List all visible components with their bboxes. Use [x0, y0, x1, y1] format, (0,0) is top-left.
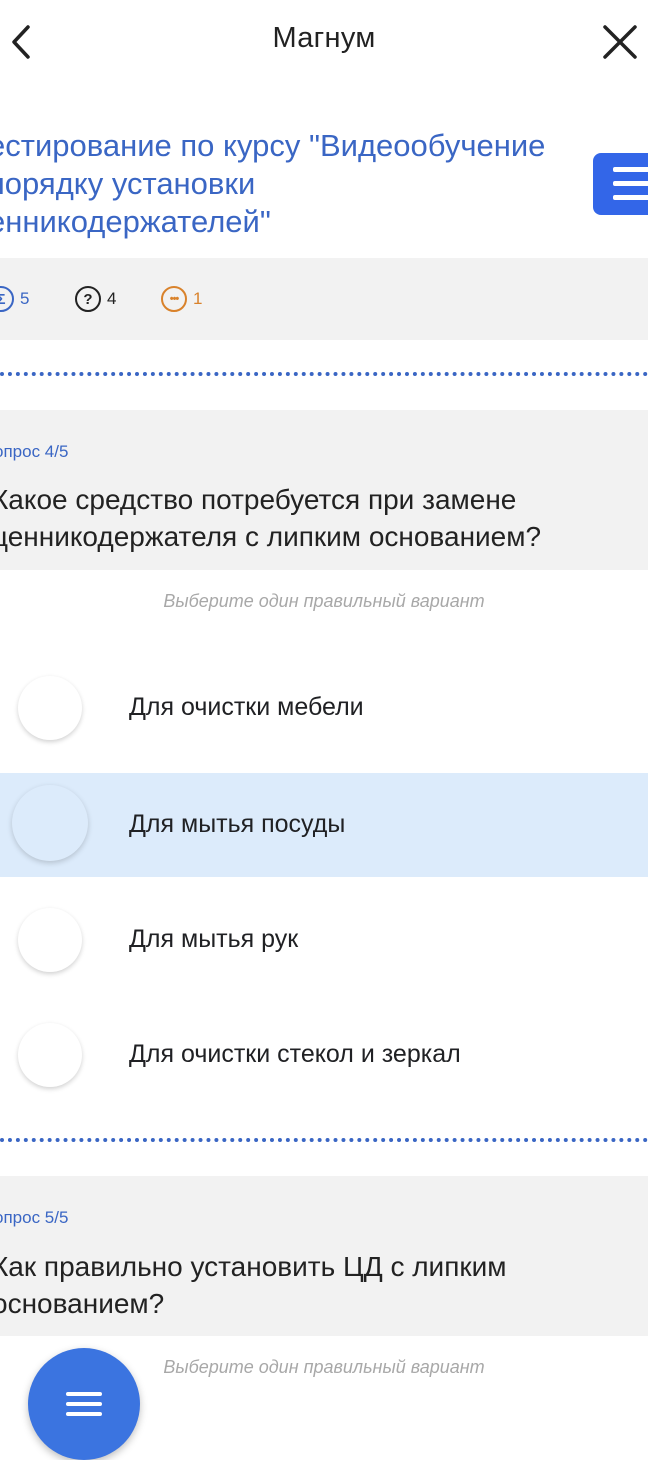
question-number: опрос 5/5	[0, 1208, 69, 1227]
app-title: Магнум	[272, 22, 376, 54]
close-button[interactable]	[596, 18, 644, 66]
stat-answered: ? 4	[75, 284, 116, 314]
question-icon: ?	[75, 286, 101, 312]
stat-total: Σ 5	[0, 284, 29, 314]
menu-icon	[613, 167, 648, 172]
answer-option[interactable]: Для очистки мебели	[0, 656, 648, 760]
answer-option[interactable]: Для мытья рук	[0, 888, 648, 992]
answer-option-selected[interactable]: Для мытья посуды	[0, 773, 648, 877]
radio-button[interactable]	[18, 676, 82, 740]
radio-button[interactable]	[18, 908, 82, 972]
divider	[0, 1138, 648, 1142]
question-number: опрос 4/5	[0, 442, 69, 461]
option-label: Для очистки мебели	[129, 693, 364, 721]
stat-pending-value: 1	[193, 289, 203, 308]
radio-button[interactable]	[12, 785, 88, 861]
stat-pending: ••• 1	[161, 284, 202, 314]
menu-fab-button[interactable]	[28, 1348, 140, 1460]
option-label: Для очистки стекол и зеркал	[129, 1040, 461, 1068]
option-label: Для мытья рук	[129, 925, 299, 953]
test-title: естирование по курсу "Видеообучение поря…	[0, 128, 546, 239]
question-text: Какое средство потребуется при замене це…	[0, 484, 542, 552]
divider	[0, 372, 648, 376]
radio-button[interactable]	[18, 1023, 82, 1087]
option-label: Для мытья посуды	[129, 810, 346, 838]
answer-hint: Выберите один правильный вариант	[163, 591, 485, 611]
sigma-icon: Σ	[0, 286, 14, 312]
hamburger-icon	[66, 1392, 102, 1396]
stat-total-value: 5	[20, 289, 30, 308]
answer-option[interactable]: Для очистки стекол и зеркал	[0, 1003, 648, 1107]
more-dots-icon: •••	[161, 286, 187, 312]
test-menu-button[interactable]	[593, 153, 648, 215]
question-text: Как правильно установить ЦД с липким осн…	[0, 1251, 507, 1319]
close-icon	[603, 25, 637, 59]
stat-answered-value: 4	[107, 289, 117, 308]
